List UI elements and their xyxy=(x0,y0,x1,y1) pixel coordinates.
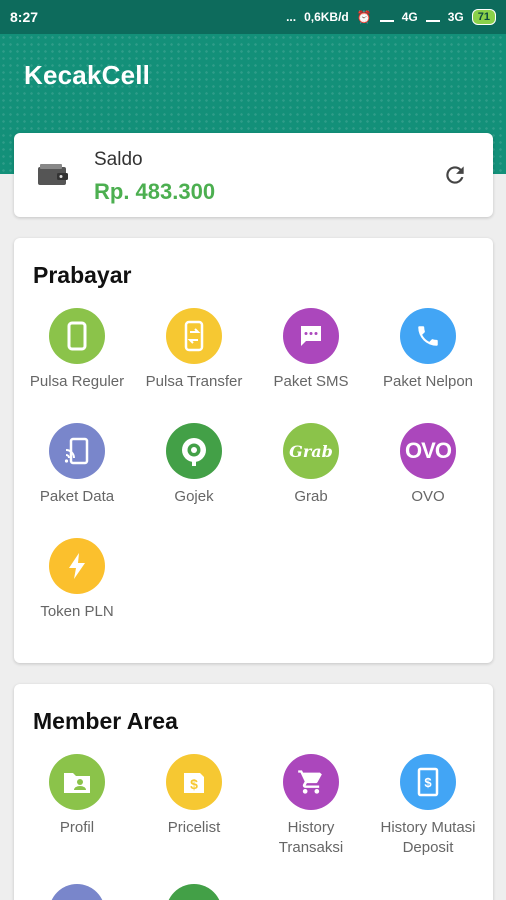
tile-label: Pulsa Transfer xyxy=(145,373,243,390)
alarm-icon: ⏰ xyxy=(356,10,372,24)
phone-device-icon xyxy=(49,308,105,364)
net-type-2: 3G xyxy=(447,10,464,24)
tile-partial-2[interactable] xyxy=(135,884,253,900)
tile-partial-1[interactable] xyxy=(18,884,136,900)
tile-ovo[interactable]: OVO OVO xyxy=(369,423,487,507)
tile-paket-sms[interactable]: Paket SMS xyxy=(252,308,370,392)
tile-label: Grab xyxy=(294,488,328,505)
tile-label: History Mutasi Deposit xyxy=(380,819,476,856)
prabayar-title: Prabayar xyxy=(33,262,132,288)
price-tag-icon: $ xyxy=(166,754,222,810)
tile-token-pln[interactable]: Token PLN xyxy=(18,538,136,622)
partial-icon xyxy=(166,884,222,900)
status-indicators: ... 0,6KB/d ⏰ 4G 3G 71 xyxy=(286,9,496,25)
member-area-card: Member Area Profil $ Pricelist History T… xyxy=(14,684,493,900)
tile-pulsa-reguler[interactable]: Pulsa Reguler xyxy=(18,308,136,392)
tile-pricelist[interactable]: $ Pricelist xyxy=(135,754,253,838)
svg-text:$: $ xyxy=(424,775,432,790)
cart-icon xyxy=(283,754,339,810)
tile-label: History Transaksi xyxy=(278,819,344,856)
tile-label: Gojek xyxy=(174,488,214,505)
app-title: KecakCell xyxy=(24,60,151,90)
tile-label: Pricelist xyxy=(167,819,221,836)
grab-icon: Grab xyxy=(283,423,339,479)
signal-icon-2 xyxy=(425,12,440,22)
tile-history-transaksi[interactable]: History Transaksi xyxy=(252,754,370,858)
refresh-icon xyxy=(446,166,464,184)
profile-folder-icon xyxy=(49,754,105,810)
tile-label: OVO xyxy=(411,488,445,505)
partial-icon xyxy=(49,884,105,900)
battery-icon: 71 xyxy=(471,9,496,25)
status-time: 8:27 xyxy=(10,9,39,25)
tile-gojek[interactable]: Gojek xyxy=(135,423,253,507)
tile-label: Paket SMS xyxy=(273,373,349,390)
saldo-card: Saldo Rp. 483.300 xyxy=(14,133,493,217)
member-area-title: Member Area xyxy=(33,708,178,734)
tile-grab[interactable]: Grab Grab xyxy=(252,423,370,507)
phone-call-icon xyxy=(400,308,456,364)
prabayar-card: Prabayar Pulsa Reguler Pulsa Transfer Pa… xyxy=(14,238,493,663)
net-speed: 0,6KB/d xyxy=(304,10,349,24)
tile-label: Token PLN xyxy=(40,603,114,620)
ovo-icon: OVO xyxy=(400,423,456,479)
tile-profil[interactable]: Profil xyxy=(18,754,136,838)
signal-icon xyxy=(379,12,394,22)
tile-label: Paket Data xyxy=(39,488,115,505)
tile-label: Pulsa Reguler xyxy=(29,373,125,390)
grab-logo-text: Grab xyxy=(289,441,333,461)
sms-icon xyxy=(283,308,339,364)
saldo-value: Rp. 483.300 xyxy=(94,179,216,204)
tile-paket-data[interactable]: Paket Data xyxy=(18,423,136,507)
refresh-button[interactable] xyxy=(441,161,469,189)
svg-text:$: $ xyxy=(190,776,198,792)
tile-label: Paket Nelpon xyxy=(382,373,474,390)
status-bar: 8:27 ... 0,6KB/d ⏰ 4G 3G 71 xyxy=(0,0,506,34)
wallet-icon xyxy=(38,164,68,185)
status-dots: ... xyxy=(286,10,297,24)
cast-data-icon xyxy=(49,423,105,479)
saldo-label: Saldo xyxy=(94,149,143,170)
gojek-icon xyxy=(166,423,222,479)
ovo-logo-text: OVO xyxy=(405,438,452,463)
net-type-1: 4G xyxy=(401,10,418,24)
deposit-icon: $ xyxy=(400,754,456,810)
tile-label: Profil xyxy=(59,819,95,836)
tile-pulsa-transfer[interactable]: Pulsa Transfer xyxy=(135,308,253,392)
tile-paket-nelpon[interactable]: Paket Nelpon xyxy=(369,308,487,392)
lightning-icon xyxy=(49,538,105,594)
phone-transfer-icon xyxy=(166,308,222,364)
tile-history-mutasi-deposit[interactable]: $ History Mutasi Deposit xyxy=(369,754,487,858)
